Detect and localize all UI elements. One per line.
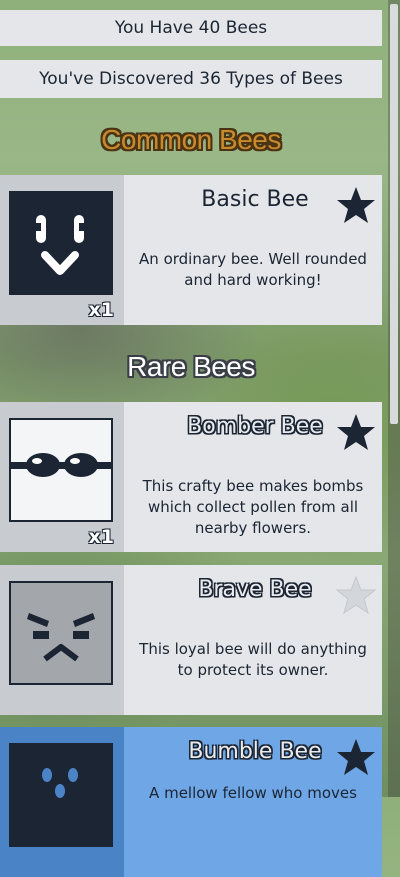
brave-bee-face-icon <box>9 581 113 685</box>
bee-icon-panel <box>0 727 124 877</box>
scrollbar-thumb[interactable] <box>390 4 398 424</box>
bee-description: A mellow fellow who moves <box>149 784 357 802</box>
scrollbar-track[interactable] <box>388 0 400 797</box>
bee-card-bumble[interactable]: Bumble Bee A mellow fellow who moves <box>0 727 382 877</box>
favorite-star-outline-icon[interactable] <box>336 575 376 615</box>
bee-card-basic[interactable]: x1 Basic Bee An ordinary bee. Well round… <box>0 175 382 325</box>
favorite-star-icon[interactable] <box>336 737 376 777</box>
bee-count: x1 <box>88 526 114 548</box>
bee-card-bomber[interactable]: x1 Bomber Bee This crafty bee makes bomb… <box>0 402 382 552</box>
discovered-types-bar: You've Discovered 36 Types of Bees <box>0 60 382 98</box>
section-title-common: Common Bees <box>101 124 281 155</box>
basic-bee-face-icon <box>9 191 113 295</box>
bee-info-panel: Bomber Bee This crafty bee makes bombs w… <box>124 402 382 552</box>
bee-icon-panel: x1 <box>0 175 124 325</box>
bomber-bee-goggles-icon <box>9 418 113 522</box>
bee-card-brave[interactable]: Brave Bee This loyal bee will do anythin… <box>0 565 382 715</box>
bee-count: x1 <box>88 299 114 321</box>
bee-info-panel: Bumble Bee A mellow fellow who moves <box>124 727 382 877</box>
bee-description: This crafty bee makes bombs which collec… <box>142 477 364 537</box>
section-title-rare: Rare Bees <box>127 351 255 382</box>
bee-count-bar: You Have 40 Bees <box>0 10 382 46</box>
favorite-star-icon[interactable] <box>336 185 376 225</box>
bee-description: An ordinary bee. Well rounded and hard w… <box>139 250 367 289</box>
bumble-bee-face-icon <box>9 743 113 847</box>
bee-icon-panel: x1 <box>0 402 124 552</box>
bee-info-panel: Basic Bee An ordinary bee. Well rounded … <box>124 175 382 325</box>
bee-description: This loyal bee will do anything to prote… <box>139 640 367 679</box>
bee-info-panel: Brave Bee This loyal bee will do anythin… <box>124 565 382 715</box>
bee-icon-panel <box>0 565 124 715</box>
favorite-star-icon[interactable] <box>336 412 376 452</box>
